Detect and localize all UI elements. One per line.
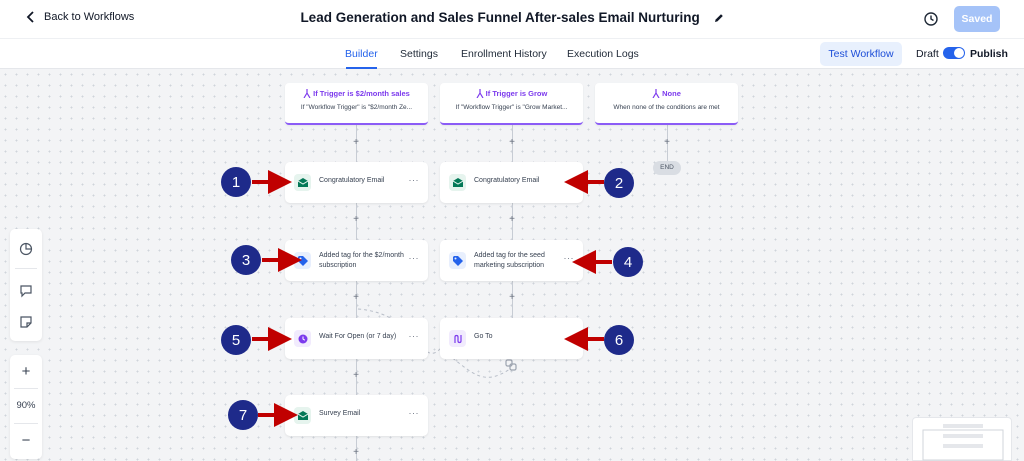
minimap[interactable] [912,417,1012,461]
draft-label: Draft [916,48,939,60]
divider [15,268,37,269]
top-bar: Back to Workflows Lead Generation and Sa… [0,0,1024,38]
history-icon[interactable] [923,11,939,27]
annotation-badge-2: 2 [604,168,634,198]
tab-builder[interactable]: Builder [345,48,378,60]
divider [14,423,38,424]
pencil-icon[interactable] [714,11,724,26]
zoom-in-button[interactable]: + [10,361,42,383]
tabs-bar: Builder Settings Enrollment History Exec… [0,38,1024,69]
annotation-badge-3: 3 [231,245,261,275]
test-workflow-button[interactable]: Test Workflow [820,42,902,66]
canvas-tools-panel [10,229,42,341]
tab-enrollment-history[interactable]: Enrollment History [461,48,547,60]
annotation-badge-6: 6 [604,325,634,355]
zoom-out-button[interactable]: − [10,430,42,452]
workflow-title: Lead Generation and Sales Funnel After-s… [300,10,700,25]
stats-icon[interactable] [19,242,33,256]
publish-toggle[interactable] [943,47,965,59]
tab-execution-logs[interactable]: Execution Logs [567,48,639,60]
comment-icon[interactable] [19,284,33,298]
annotation-arrows [252,170,612,427]
annotation-badge-1: 1 [221,167,251,197]
annotation-badge-5: 5 [221,325,251,355]
sticky-note-icon[interactable] [19,315,33,329]
workflow-canvas[interactable]: + + + + + + + + + If Trigger is $2/month… [0,69,1024,461]
zoom-level: 90% [16,400,36,411]
publish-label: Publish [970,48,1008,60]
tab-settings[interactable]: Settings [400,48,438,60]
divider [14,388,38,389]
annotation-badge-4: 4 [613,247,643,277]
minimap-preview [922,424,1004,461]
annotation-badge-7: 7 [228,400,258,430]
saved-button[interactable]: Saved [954,6,1000,32]
zoom-controls: + 90% − [10,355,42,459]
workflow-title-wrap: Lead Generation and Sales Funnel After-s… [0,10,1024,26]
